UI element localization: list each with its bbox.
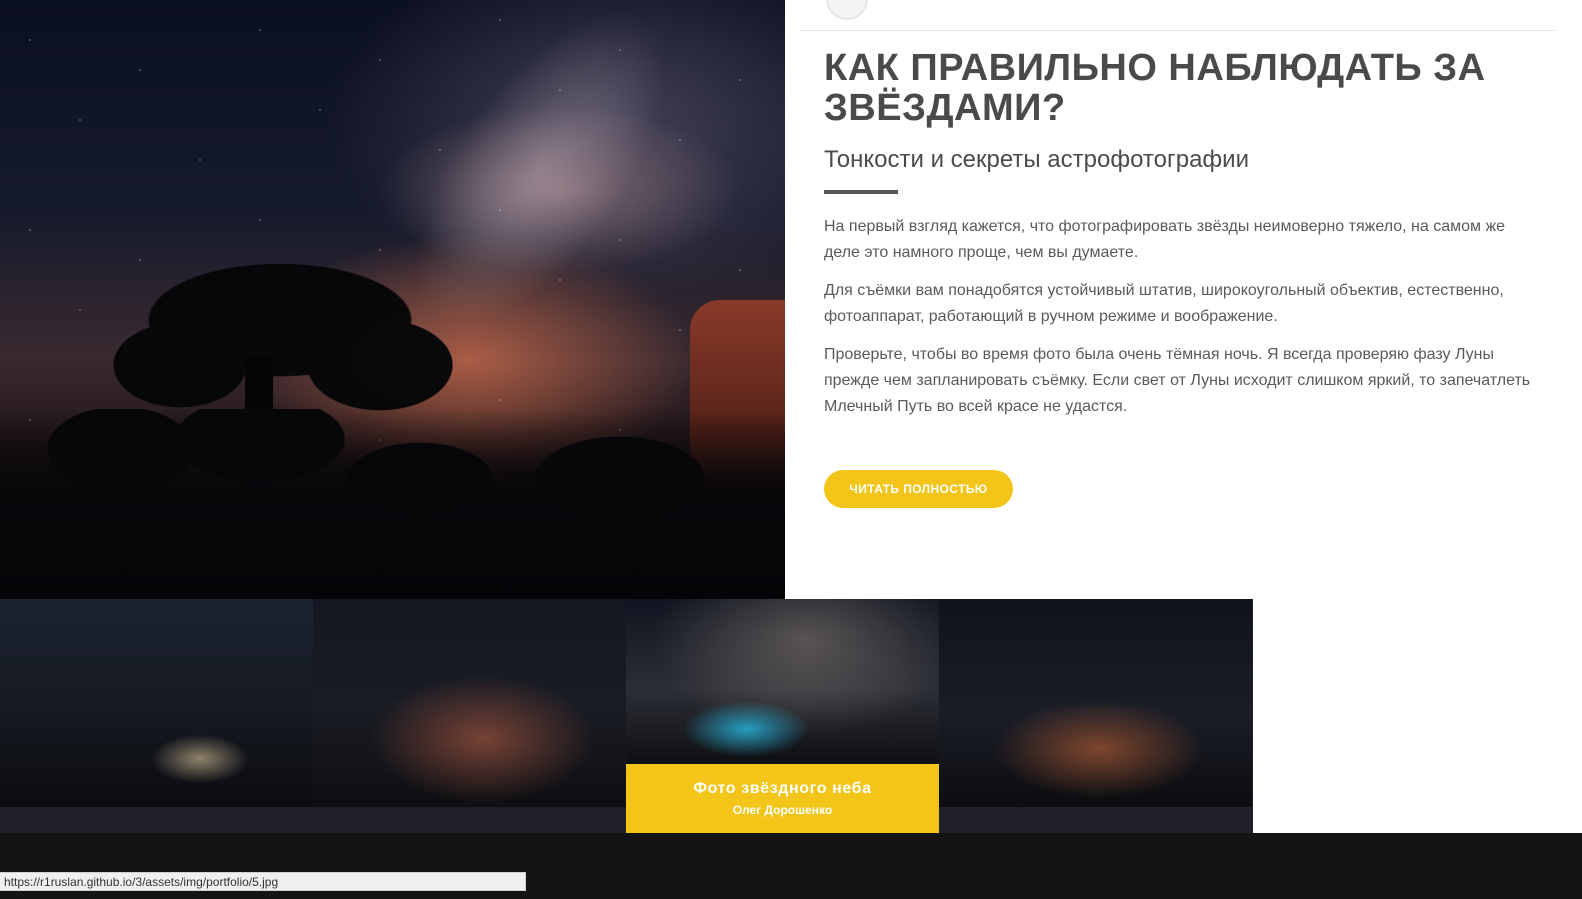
portfolio-image-1 xyxy=(0,599,313,807)
portfolio-tile-4[interactable] xyxy=(939,599,1252,833)
title-underline xyxy=(824,190,898,194)
portfolio-caption-bg-1 xyxy=(0,807,313,833)
treeline-silhouette xyxy=(0,409,785,599)
page-title: КАК ПРАВИЛЬНО НАБЛЮДАТЬ ЗА ЗВЁЗДАМИ? xyxy=(824,47,1486,129)
portfolio-tile-3-active[interactable]: Фото звёздного неба Олег Дорошенко xyxy=(626,599,939,833)
portfolio-strip: Фото звёздного неба Олег Дорошенко xyxy=(0,599,1253,833)
portfolio-image-4 xyxy=(939,599,1252,807)
article: КАК ПРАВИЛЬНО НАБЛЮДАТЬ ЗА ЗВЁЗДАМИ? Тон… xyxy=(824,48,1544,420)
article-paragraph-1: На первый взгляд кажется, что фотографир… xyxy=(824,218,1506,261)
browser-status-bar: https://r1ruslan.github.io/3/assets/img/… xyxy=(0,872,526,891)
article-paragraph-2: Для съёмки вам понадобятся устойчивый шт… xyxy=(824,282,1504,325)
portfolio-caption-author: Олег Дорошенко xyxy=(732,803,833,817)
portfolio-tile-1[interactable] xyxy=(0,599,313,833)
portfolio-caption-bg-4 xyxy=(939,807,1252,833)
read-more-button[interactable]: ЧИТАТЬ ПОЛНОСТЬЮ xyxy=(824,470,1013,508)
portfolio-image-2 xyxy=(313,599,626,807)
top-divider xyxy=(800,30,1557,31)
portfolio-caption-bg-2 xyxy=(313,807,626,833)
portfolio-tile-2[interactable] xyxy=(313,599,626,833)
article-paragraph-3: Проверьте, чтобы во время фото была очен… xyxy=(824,346,1531,415)
avatar xyxy=(826,0,868,20)
hero-image xyxy=(0,0,785,599)
portfolio-image-3 xyxy=(626,599,939,764)
portfolio-caption-title: Фото звёздного неба xyxy=(693,780,872,797)
article-subtitle: Тонкости и секреты астрофотографии xyxy=(824,146,1249,173)
portfolio-caption-active: Фото звёздного неба Олег Дорошенко xyxy=(626,764,939,833)
